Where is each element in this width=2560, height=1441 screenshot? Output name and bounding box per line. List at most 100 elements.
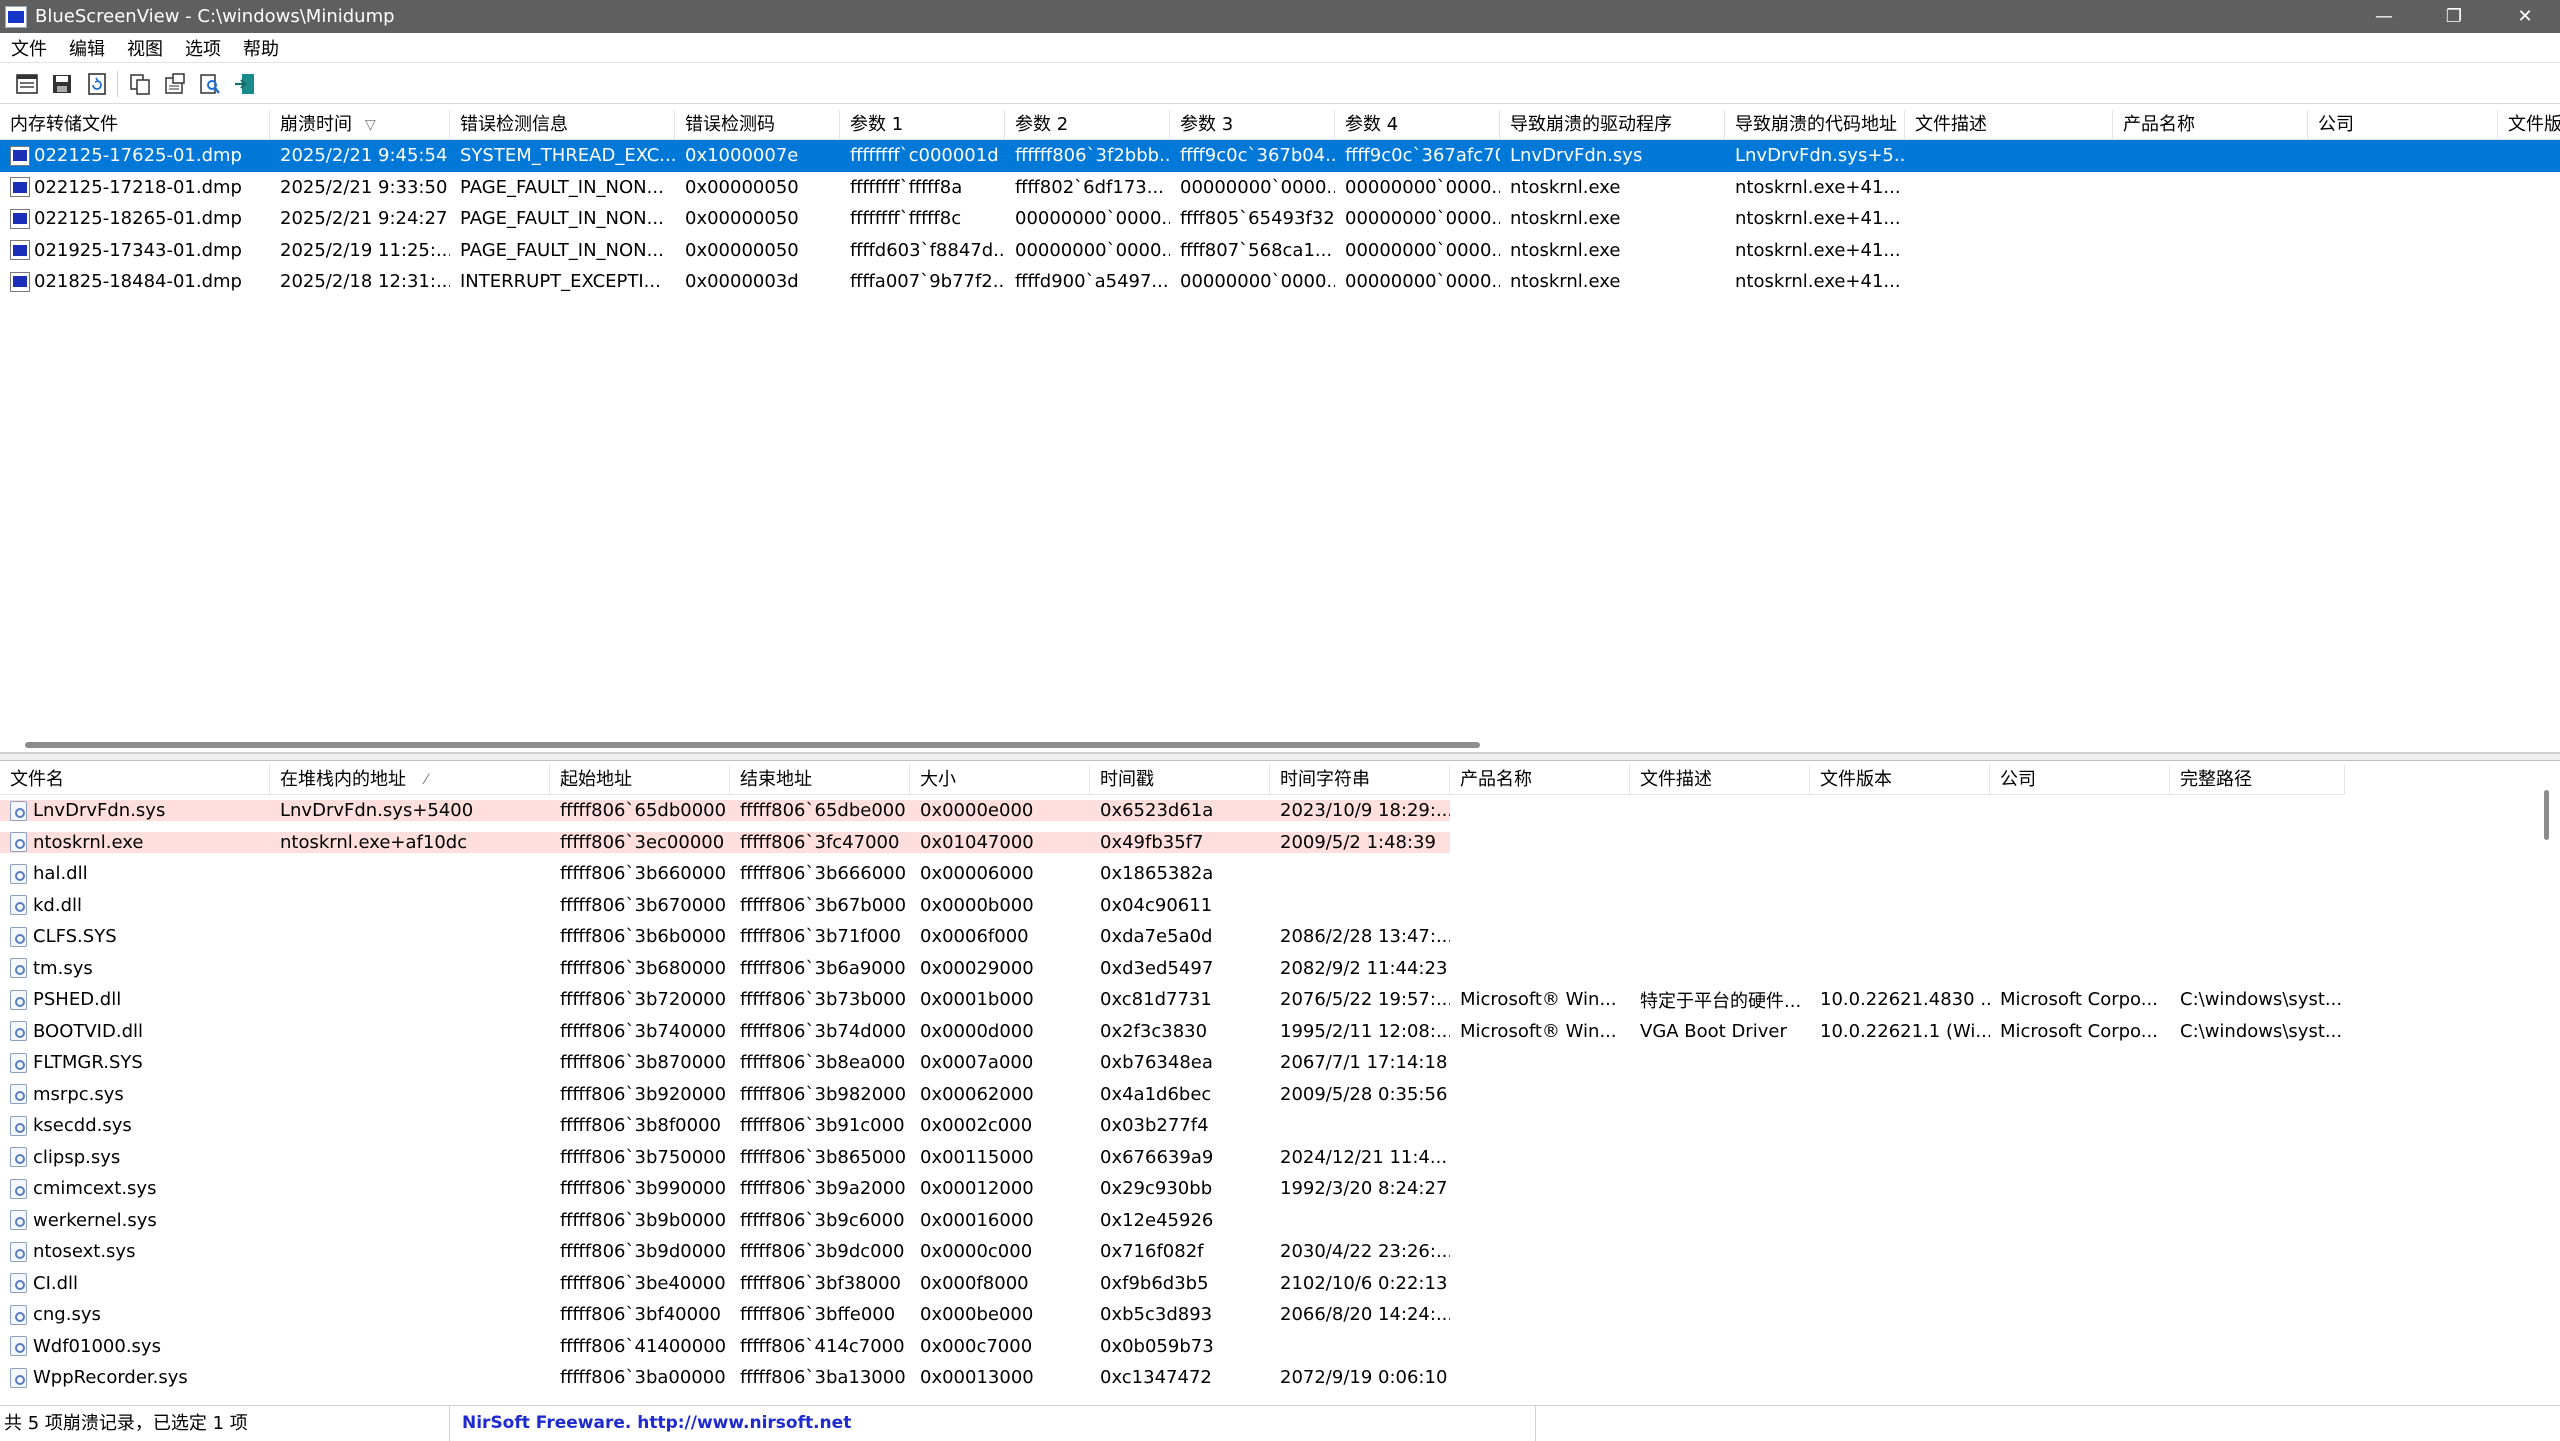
menu-edit[interactable]: 编辑 xyxy=(58,35,116,61)
driver-cell: fffff806`3b9d0000 xyxy=(560,1241,727,1263)
menu-file[interactable]: 文件 xyxy=(0,35,58,61)
driver-column-header[interactable]: 大小 xyxy=(910,765,1090,795)
sort-arrow-icon: ▽ xyxy=(365,117,376,133)
driver-column-header[interactable]: 产品名称 xyxy=(1450,765,1630,795)
driver-cell: werkernel.sys xyxy=(33,1209,157,1231)
app-icon xyxy=(5,5,27,28)
crash-row[interactable]: 021825-18484-01.dmp 2025/2/18 12:31:... IN… xyxy=(0,266,2560,298)
nirsoft-link[interactable]: NirSoft Freeware. http://www.nirsoft.net xyxy=(450,1405,1536,1441)
crash-column-header[interactable]: 参数 3 xyxy=(1170,110,1335,140)
driver-row[interactable]: ksecdd.sys fffff806`3b8f0000 fffff806`3b91… xyxy=(0,1110,2345,1142)
driver-cell: ntoskrnl.exe+af10dc xyxy=(270,831,550,853)
driver-cell: 0x00115000 xyxy=(920,1146,1034,1168)
crash-column-header[interactable]: 文件版本 xyxy=(2498,110,2560,140)
menu-options[interactable]: 选项 xyxy=(174,35,232,61)
crash-cell: 00000000`0000... xyxy=(1345,208,1500,230)
horizontal-scrollbar[interactable] xyxy=(25,742,1480,748)
crash-cell: ntoskrnl.exe xyxy=(1510,271,1621,293)
crash-column-header[interactable]: 参数 4 xyxy=(1335,110,1500,140)
crash-column-header[interactable]: 内存转储文件 xyxy=(0,110,270,140)
driver-cell: fffff806`3b74d000 xyxy=(740,1020,907,1042)
crash-cell: ntoskrnl.exe xyxy=(1510,239,1621,261)
driver-row[interactable]: BOOTVID.dll fffff806`3b740000 fffff806`3b7… xyxy=(0,1016,2345,1048)
driver-column-header[interactable]: 公司 xyxy=(1990,765,2170,795)
driver-cell: fffff806`3b865000 xyxy=(740,1146,907,1168)
find-icon[interactable] xyxy=(195,69,224,98)
restore-button[interactable]: ❐ xyxy=(2419,0,2489,33)
crash-column-header[interactable]: 错误检测码 xyxy=(675,110,840,140)
driver-row[interactable]: WppRecorder.sys fffff806`3ba00000 fffff806… xyxy=(0,1362,2345,1394)
driver-column-header[interactable]: 结束地址 xyxy=(730,765,910,795)
driver-column-header[interactable]: 文件名 xyxy=(0,765,270,795)
driver-row[interactable]: cmimcext.sys fffff806`3b990000 fffff806`3b… xyxy=(0,1173,2345,1205)
refresh-icon[interactable] xyxy=(82,69,111,98)
driver-column-header[interactable]: 在堆栈内的地址 ⁄ xyxy=(270,765,550,795)
driver-row[interactable]: PSHED.dll fffff806`3b720000 fffff806`3b73b… xyxy=(0,984,2345,1016)
crash-column-header[interactable]: 导致崩溃的驱动程序 xyxy=(1500,110,1725,140)
vertical-scrollbar[interactable] xyxy=(2544,790,2549,840)
menu-help[interactable]: 帮助 xyxy=(232,35,290,61)
driver-column-header[interactable]: 时间字符串 xyxy=(1270,765,1450,795)
driver-cell: fffff806`3b91c000 xyxy=(740,1115,905,1137)
crash-cell: PAGE_FAULT_IN_NON... xyxy=(460,176,664,198)
exit-icon[interactable] xyxy=(230,69,259,98)
crash-cell: ffffff806`3f2bbb... xyxy=(1015,145,1170,167)
dump-file-icon xyxy=(10,240,30,261)
crash-row[interactable]: 022125-17218-01.dmp 2025/2/21 9:33:50 PAGE… xyxy=(0,172,2560,204)
driver-cell: ksecdd.sys xyxy=(33,1115,132,1137)
crash-cell: ffff805`65493f32 xyxy=(1180,208,1335,230)
driver-cell: fffff806`65db0000 xyxy=(550,800,730,822)
driver-column-header[interactable]: 时间戳 xyxy=(1090,765,1270,795)
driver-column-header[interactable]: 文件描述 xyxy=(1630,765,1810,795)
driver-row[interactable]: msrpc.sys fffff806`3b920000 fffff806`3b982… xyxy=(0,1079,2345,1111)
driver-cell: 0x01047000 xyxy=(910,831,1090,853)
driver-row[interactable]: FLTMGR.SYS fffff806`3b870000 fffff806`3b8e… xyxy=(0,1047,2345,1079)
driver-cell: 0x0000b000 xyxy=(920,894,1034,916)
close-button[interactable]: ✕ xyxy=(2490,0,2560,33)
crash-row[interactable]: 022125-17625-01.dmp 2025/2/21 9:45:54 SYST… xyxy=(0,140,2560,172)
crash-cell: 022125-17625-01.dmp xyxy=(34,145,242,167)
properties-icon[interactable] xyxy=(160,69,189,98)
crash-cell: PAGE_FAULT_IN_NON... xyxy=(460,239,664,261)
driver-row[interactable]: werkernel.sys fffff806`3b9b0000 fffff806`3… xyxy=(0,1205,2345,1237)
minimize-button[interactable]: — xyxy=(2349,0,2419,33)
driver-row[interactable]: Wdf01000.sys fffff806`41400000 fffff806`41… xyxy=(0,1331,2345,1363)
crash-cell: ntoskrnl.exe+41... xyxy=(1735,176,1901,198)
driver-row[interactable]: kd.dll fffff806`3b670000 fffff806`3b67b000… xyxy=(0,890,2345,922)
save-icon[interactable] xyxy=(47,69,76,98)
html-report-icon[interactable] xyxy=(12,69,41,98)
crash-column-header[interactable]: 错误检测信息 xyxy=(450,110,675,140)
crash-column-header[interactable]: 参数 2 xyxy=(1005,110,1170,140)
driver-row[interactable]: LnvDrvFdn.sys LnvDrvFdn.sys+5400 fffff806`… xyxy=(0,795,2345,827)
module-file-icon xyxy=(10,1273,27,1294)
module-file-icon xyxy=(10,1178,27,1199)
crash-column-header[interactable]: 崩溃时间 ▽ xyxy=(270,110,450,140)
crash-column-header[interactable]: 文件描述 xyxy=(1905,110,2113,140)
driver-row[interactable]: clipsp.sys fffff806`3b750000 fffff806`3b86… xyxy=(0,1142,2345,1174)
crash-column-header[interactable]: 导致崩溃的代码地址 xyxy=(1725,110,1905,140)
driver-row[interactable]: cng.sys fffff806`3bf40000 fffff806`3bffe00… xyxy=(0,1299,2345,1331)
driver-cell: 0x0000d000 xyxy=(920,1020,1034,1042)
driver-cell: clipsp.sys xyxy=(33,1146,121,1168)
crash-cell: ffff9c0c`367afc70 xyxy=(1345,145,1500,167)
driver-cell: fffff806`3be40000 xyxy=(560,1272,726,1294)
driver-column-header[interactable]: 完整路径 xyxy=(2170,765,2345,795)
crash-cell: ffffa007`9b77f2... xyxy=(850,271,1005,293)
menu-view[interactable]: 视图 xyxy=(116,35,174,61)
driver-column-header[interactable]: 起始地址 xyxy=(550,765,730,795)
crash-column-header[interactable]: 公司 xyxy=(2308,110,2498,140)
driver-row[interactable]: ntoskrnl.exe ntoskrnl.exe+af10dc fffff806`… xyxy=(0,827,2345,859)
driver-column-header[interactable]: 文件版本 xyxy=(1810,765,1990,795)
driver-row[interactable]: tm.sys fffff806`3b680000 fffff806`3b6a9000… xyxy=(0,953,2345,985)
crash-row[interactable]: 022125-18265-01.dmp 2025/2/21 9:24:27 PAGE… xyxy=(0,203,2560,235)
driver-row[interactable]: CI.dll fffff806`3be40000 fffff806`3bf38000… xyxy=(0,1268,2345,1300)
crash-column-header[interactable]: 产品名称 xyxy=(2113,110,2308,140)
crash-column-header[interactable]: 参数 1 xyxy=(840,110,1005,140)
driver-row[interactable]: ntosext.sys fffff806`3b9d0000 fffff806`3b9… xyxy=(0,1236,2345,1268)
pane-splitter[interactable] xyxy=(0,752,2560,761)
copy-icon[interactable] xyxy=(125,69,154,98)
crash-row[interactable]: 021925-17343-01.dmp 2025/2/19 11:25:... PA… xyxy=(0,235,2560,267)
driver-row[interactable]: hal.dll fffff806`3b660000 fffff806`3b66600… xyxy=(0,858,2345,890)
driver-row[interactable]: CLFS.SYS fffff806`3b6b0000 fffff806`3b71f0… xyxy=(0,921,2345,953)
module-file-icon xyxy=(10,1336,27,1357)
